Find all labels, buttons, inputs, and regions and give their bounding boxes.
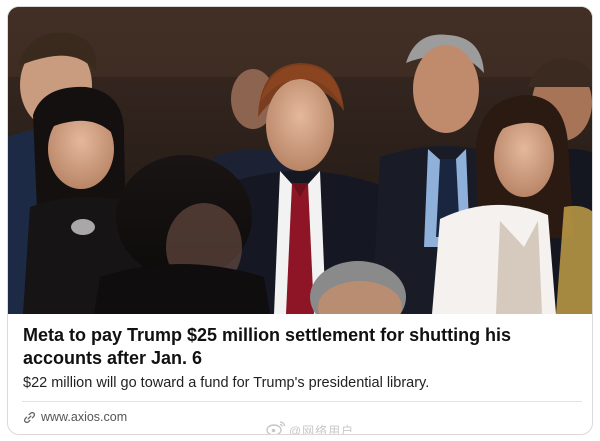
article-photo[interactable] <box>8 7 592 314</box>
link-icon <box>23 411 36 424</box>
weibo-watermark-text: @网络用户 <box>289 423 355 435</box>
card-divider <box>22 401 582 402</box>
article-headline[interactable]: Meta to pay Trump $25 million settlement… <box>23 324 583 370</box>
article-source-link[interactable]: www.axios.com <box>23 409 127 425</box>
article-photo-illustration <box>8 7 592 314</box>
article-source-text: www.axios.com <box>41 410 128 424</box>
article-subhead: $22 million will go toward a fund for Tr… <box>23 375 430 391</box>
link-preview-card[interactable]: Meta to pay Trump $25 million settlement… <box>7 6 593 435</box>
weibo-logo-icon <box>266 420 286 434</box>
weibo-watermark: @网络用户 <box>266 420 355 435</box>
